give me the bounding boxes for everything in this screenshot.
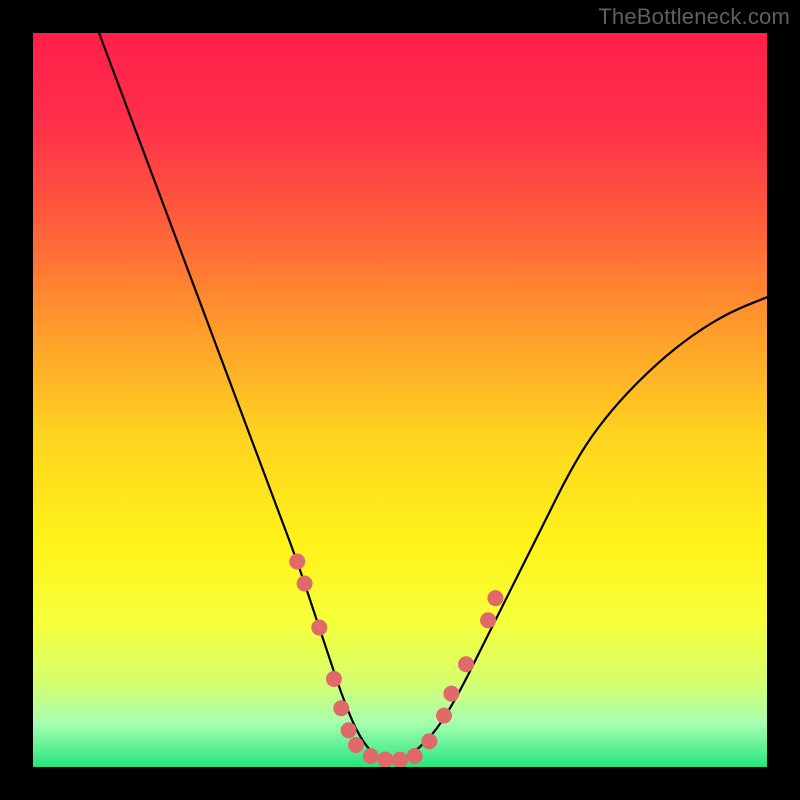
data-marker (297, 576, 313, 592)
bottleneck-chart (33, 33, 767, 767)
data-marker (421, 733, 437, 749)
chart-background (33, 33, 767, 767)
data-marker (377, 752, 393, 767)
data-marker (443, 686, 459, 702)
data-marker (311, 620, 327, 636)
chart-frame: TheBottleneck.com (0, 0, 800, 800)
data-marker (348, 737, 364, 753)
data-marker (363, 748, 379, 764)
data-marker (341, 722, 357, 738)
watermark-text: TheBottleneck.com (598, 4, 790, 30)
data-marker (458, 656, 474, 672)
data-marker (289, 553, 305, 569)
data-marker (392, 752, 408, 767)
data-marker (333, 700, 349, 716)
data-marker (487, 590, 503, 606)
data-marker (407, 748, 423, 764)
data-marker (480, 612, 496, 628)
data-marker (326, 671, 342, 687)
data-marker (436, 708, 452, 724)
